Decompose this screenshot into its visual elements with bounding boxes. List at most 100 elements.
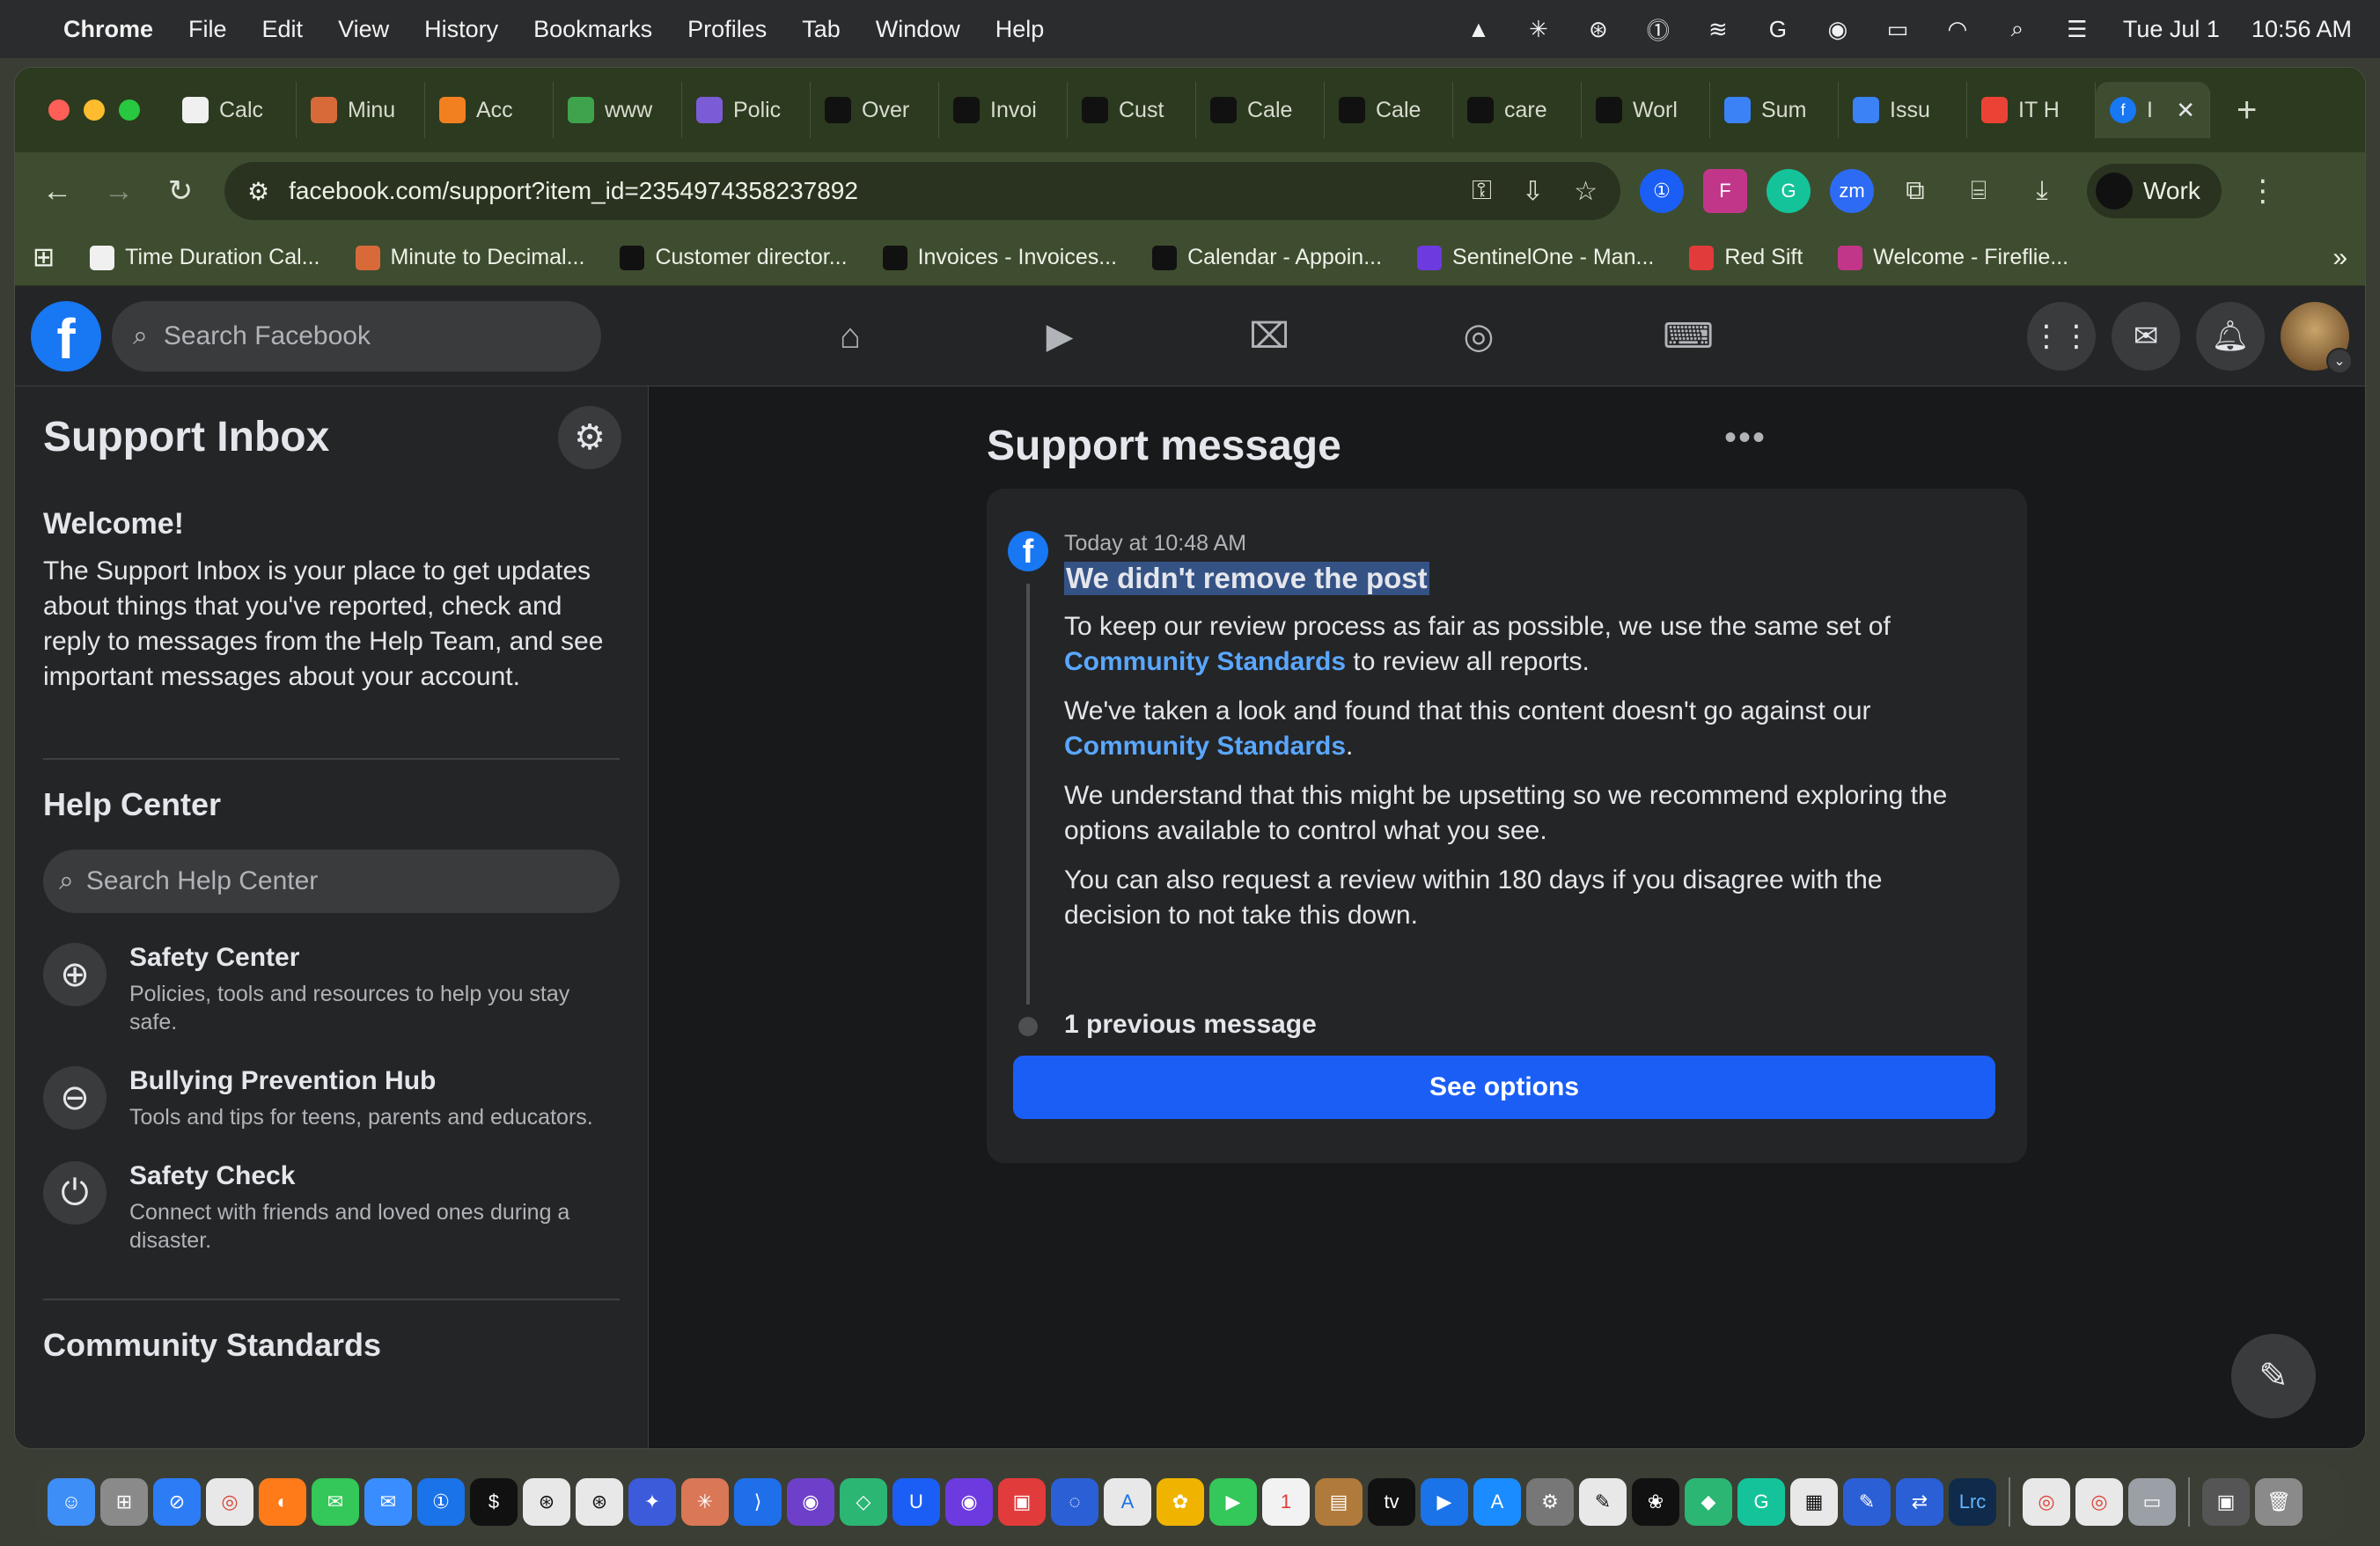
apps-grid-icon[interactable]: ⊞ [33, 242, 55, 273]
spotlight-search-icon[interactable]: ⌕ [2003, 15, 2031, 43]
compose-message-icon[interactable]: ✎ [2231, 1334, 2316, 1418]
apple-tv-icon[interactable]: tv [1368, 1478, 1415, 1526]
control-center-icon[interactable]: ☰ [2063, 15, 2091, 43]
password-key-icon[interactable]: ⚿ [1472, 176, 1492, 206]
menu-profiles[interactable]: Profiles [687, 16, 767, 43]
help-item-bullying-prevention-hub[interactable]: ⊖ Bullying Prevention Hub Tools and tips… [43, 1066, 620, 1131]
menubar-time[interactable]: 10:56 AM [2251, 16, 2352, 43]
facebook-logo-icon[interactable]: f [31, 300, 101, 372]
messenger-icon[interactable]: ✉ [2112, 301, 2180, 371]
bookmark-item[interactable]: SentinelOne - Man... [1417, 245, 1654, 270]
address-bar[interactable]: ⚙ facebook.com/support?item_id=235497435… [224, 162, 1620, 220]
browser-tab[interactable]: Cale [1325, 82, 1453, 138]
fireflies-extension-icon[interactable]: F [1703, 169, 1747, 213]
close-window-button[interactable] [48, 99, 70, 121]
calendar-icon[interactable]: 1 [1262, 1478, 1310, 1526]
status-sparkle-icon[interactable]: ✳ [1524, 15, 1553, 43]
browser-tab[interactable]: IT H [1967, 82, 2096, 138]
url-text[interactable]: facebook.com/support?item_id=23549743582… [289, 177, 1442, 205]
close-tab-icon[interactable]: ✕ [2176, 97, 2195, 124]
status-user-icon[interactable]: ◉ [1824, 15, 1852, 43]
browser-tab[interactable]: Invoi [939, 82, 1068, 138]
forward-button[interactable]: → [94, 166, 143, 216]
bookmark-item[interactable]: Calendar - Appoin... [1152, 245, 1382, 270]
chrome-app-icon[interactable]: ◎ [2075, 1478, 2123, 1526]
bookmark-item[interactable]: Minute to Decimal... [355, 245, 584, 270]
video-icon[interactable]: ▶ [955, 286, 1164, 386]
status-stack-icon[interactable]: ≋ [1704, 15, 1732, 43]
pen-app-icon[interactable]: ✎ [1579, 1478, 1627, 1526]
menu-help[interactable]: Help [995, 16, 1045, 43]
more-bookmarks-icon[interactable]: » [2332, 243, 2347, 273]
grammarly-icon[interactable]: G [1737, 1478, 1785, 1526]
menu-view[interactable]: View [338, 16, 389, 43]
see-options-button[interactable]: See options [1013, 1056, 1995, 1119]
groups-icon[interactable]: ◎ [1374, 286, 1583, 386]
chatgpt-icon[interactable]: ⊛ [523, 1478, 570, 1526]
menubar-date[interactable]: Tue Jul 1 [2123, 16, 2220, 43]
app-store-icon[interactable]: A [1473, 1478, 1521, 1526]
safari-icon[interactable]: ⊘ [153, 1478, 201, 1526]
bookmark-item[interactable]: Customer director... [620, 245, 848, 270]
maps-icon[interactable]: A [1104, 1478, 1151, 1526]
claude-icon[interactable]: ✳ [681, 1478, 729, 1526]
browser-tab[interactable]: www [554, 82, 682, 138]
gaming-icon[interactable]: ⌨ [1583, 286, 1793, 386]
raspberry-pi-icon[interactable]: ❀ [1632, 1478, 1679, 1526]
reading-mode-icon[interactable]: ⌸ [1957, 169, 2001, 213]
status-1password-icon[interactable]: ⓵ [1644, 15, 1672, 44]
browser-tab[interactable]: Worl [1582, 82, 1710, 138]
wifi-icon[interactable]: ◠ [1943, 15, 1972, 43]
battery-icon[interactable]: ▭ [1884, 15, 1912, 43]
cube-app-icon[interactable]: ◆ [1685, 1478, 1732, 1526]
diamond-app-icon[interactable]: ◇ [840, 1478, 887, 1526]
lightroom-icon[interactable]: Lrc [1949, 1478, 1996, 1526]
chrome-app-icon[interactable]: ◎ [2023, 1478, 2070, 1526]
status-grammarly-icon[interactable]: G [1764, 15, 1792, 43]
1password-extension-icon[interactable]: ① [1640, 169, 1684, 213]
menu-grid-icon[interactable]: ⋮⋮ [2027, 301, 2096, 371]
reload-button[interactable]: ↻ [156, 166, 205, 216]
terminal-icon[interactable]: $ [470, 1478, 518, 1526]
bookmark-item[interactable]: Red Sift [1689, 245, 1803, 270]
screenshot-icon[interactable]: ▭ [2128, 1478, 2176, 1526]
grammarly-extension-icon[interactable]: G [1767, 169, 1811, 213]
install-app-icon[interactable]: ⇩ [1522, 176, 1544, 207]
status-a-icon[interactable]: ▲ [1465, 15, 1493, 43]
github-desktop-icon[interactable]: ◉ [787, 1478, 834, 1526]
browser-tab[interactable]: Acc [425, 82, 554, 138]
system-settings-icon[interactable]: ⚙ [1526, 1478, 1574, 1526]
minimize-window-button[interactable] [84, 99, 105, 121]
remote-desktop-icon[interactable]: ▣ [998, 1478, 1046, 1526]
browser-tab[interactable]: Over [811, 82, 939, 138]
browser-tab[interactable]: Polic [682, 82, 811, 138]
edge-icon[interactable]: ◌ [1051, 1478, 1098, 1526]
browser-tab[interactable]: Calc [168, 82, 297, 138]
firefox-icon[interactable]: ◐ [259, 1478, 306, 1526]
facetime-icon[interactable]: ▶ [1209, 1478, 1257, 1526]
preview-icon[interactable]: ▦ [1790, 1478, 1838, 1526]
browser-tab[interactable]: Issu [1839, 82, 1967, 138]
menu-app-name[interactable]: Chrome [63, 16, 153, 43]
zoom-extension-icon[interactable]: zm [1830, 169, 1874, 213]
launchpad-icon[interactable]: ⊞ [100, 1478, 148, 1526]
browser-tab[interactable]: Minu [297, 82, 425, 138]
bookmark-star-icon[interactable]: ☆ [1574, 176, 1598, 207]
photos-icon[interactable]: ✿ [1157, 1478, 1204, 1526]
help-item-safety-check[interactable]: ⏻ Safety Check Connect with friends and … [43, 1161, 620, 1255]
recent-item-icon[interactable]: ▣ [2202, 1478, 2250, 1526]
chevron-down-icon[interactable]: ⌄ [2326, 347, 2353, 374]
notes-app-icon[interactable]: ▤ [1315, 1478, 1363, 1526]
toggle-app-icon[interactable]: ◉ [945, 1478, 993, 1526]
active-tab[interactable]: f I ✕ [2096, 82, 2210, 138]
vscode-icon[interactable]: ⟩ [734, 1478, 782, 1526]
menu-tab[interactable]: Tab [802, 16, 841, 43]
bookmark-item[interactable]: Time Duration Cal... [90, 245, 320, 270]
extensions-puzzle-icon[interactable]: ⧉ [1893, 169, 1937, 213]
menu-edit[interactable]: Edit [262, 16, 304, 43]
openai-icon[interactable]: ⊛ [576, 1478, 623, 1526]
community-standards-link[interactable]: Community Standards [1064, 647, 1346, 676]
1password-icon[interactable]: ① [417, 1478, 465, 1526]
help-item-safety-center[interactable]: ⊕ Safety Center Policies, tools and reso… [43, 943, 620, 1036]
menu-history[interactable]: History [424, 16, 498, 43]
